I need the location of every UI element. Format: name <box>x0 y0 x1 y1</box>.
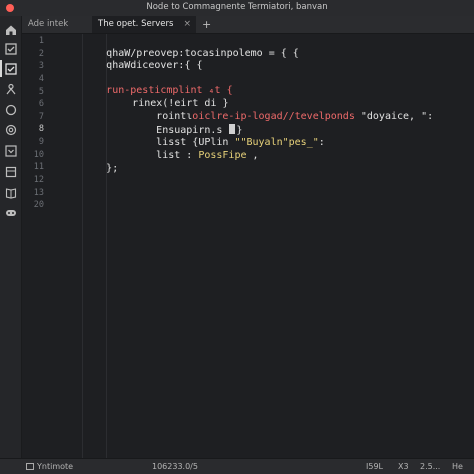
line-number: 9 <box>38 137 44 147</box>
code-line: rointɩoiclre-ip-logad//tevelponds "doyai… <box>108 99 433 122</box>
code-text: : <box>318 137 325 148</box>
line-number: 3 <box>38 61 44 71</box>
activity-bar <box>0 16 22 458</box>
remote-icon <box>26 463 34 470</box>
line-number: 5 <box>38 87 44 97</box>
gamepad-icon[interactable] <box>4 206 17 219</box>
code-line: run-pesticmplint ₄t { <box>58 73 232 96</box>
add-tab-button[interactable]: + <box>202 16 211 33</box>
line-number: 11 <box>33 162 44 172</box>
code-line: lisst {UPlin ""Buyaln"pes_": <box>108 125 325 148</box>
line-number: 7 <box>38 112 44 122</box>
line-number: 2 <box>38 49 44 59</box>
circle-icon[interactable] <box>4 103 17 116</box>
line-number: 4 <box>38 74 44 84</box>
at-icon[interactable] <box>4 123 17 136</box>
code-text: list : <box>156 150 199 161</box>
status-position[interactable]: 106233.0/5 <box>152 462 198 471</box>
code-editor[interactable]: 1 2 3 4 5 6 7 8 9 10 11 12 13 20 qhaW/pr… <box>22 34 474 458</box>
line-number-gutter: 1 2 3 4 5 6 7 8 9 10 11 12 13 20 <box>22 34 48 458</box>
person-icon[interactable] <box>4 82 17 95</box>
code-line: qhaWdiceover:{ { <box>58 48 202 71</box>
tab-close-icon[interactable]: × <box>183 16 191 33</box>
status-remote[interactable]: Yntimote <box>26 462 73 471</box>
code-line: rinex(!eirt di } <box>84 86 228 109</box>
tab-the-opet-servers[interactable]: The opet. Servers × <box>92 16 196 33</box>
code-line-current: Ensuapirn.s } <box>108 112 242 136</box>
editor-window: Node to Commagnente Termiatori, banvan A… <box>0 0 474 474</box>
tab-ade-intek-fort[interactable]: Ade intek fort: <box>22 16 90 46</box>
line-number: 13 <box>33 188 44 198</box>
status-bar: Yntimote 106233.0/5 I59L X3 2.5... He <box>0 458 474 474</box>
status-language[interactable]: He <box>452 462 463 471</box>
code-text: , <box>246 150 259 161</box>
line-number: 20 <box>33 200 44 210</box>
code-string: PossFipe <box>198 150 247 161</box>
tab-bar: Ade intek fort: The opet. Servers × + <box>22 16 474 46</box>
code-string: "doyaice, ": <box>360 111 434 122</box>
line-number: 6 <box>38 99 44 109</box>
line-number: 10 <box>33 150 44 160</box>
code-line: }; <box>58 151 118 174</box>
layers-icon[interactable] <box>4 165 17 178</box>
title-bar: Node to Commagnente Termiatori, banvan <box>0 0 474 17</box>
status-remote-label: Yntimote <box>37 462 74 471</box>
checkbox-active-icon[interactable] <box>0 60 17 77</box>
code-area[interactable]: qhaW/preovep:tocasinpolemo = { { qhaWdic… <box>58 34 468 458</box>
code-text: qhaWdiceover:{ { <box>106 60 203 71</box>
line-number: 1 <box>38 36 44 46</box>
line-number-current: 8 <box>38 124 44 134</box>
status-encoding[interactable]: I59L <box>366 462 383 471</box>
line-number: 12 <box>33 175 44 185</box>
window-title: Node to Commagnente Termiatori, banvan <box>146 2 328 12</box>
home-icon[interactable] <box>4 23 17 36</box>
status-indent[interactable]: X3 <box>398 462 409 471</box>
book-icon[interactable] <box>4 186 17 199</box>
code-text: }; <box>106 163 119 174</box>
code-line: list : PossFipe , <box>108 138 258 161</box>
status-version[interactable]: 2.5... <box>420 462 440 471</box>
chevron-box-icon[interactable] <box>4 144 17 157</box>
tab-label: The opet. Servers <box>98 19 174 29</box>
checkbox-icon[interactable] <box>4 42 17 55</box>
code-line: qhaW/preovep:tocasinpolemo = { { <box>58 36 299 59</box>
